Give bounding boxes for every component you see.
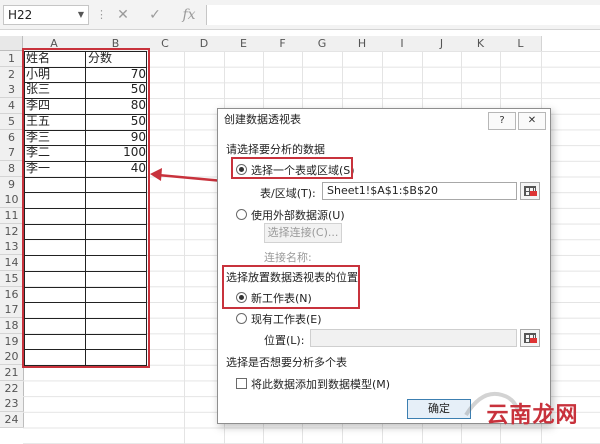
row-header-6[interactable]: 6 bbox=[0, 129, 24, 146]
location-input[interactable] bbox=[310, 329, 517, 347]
row-header-23[interactable]: 23 bbox=[0, 396, 24, 413]
radio-external-source[interactable] bbox=[236, 209, 247, 220]
column-header-d[interactable]: D bbox=[184, 36, 225, 52]
close-icon[interactable]: ✕ bbox=[518, 112, 546, 130]
row-header-7[interactable]: 7 bbox=[0, 145, 24, 162]
column-header-i[interactable]: I bbox=[382, 36, 423, 52]
column-header-g[interactable]: G bbox=[302, 36, 343, 52]
column-header-l[interactable]: L bbox=[500, 36, 542, 52]
cancel-icon[interactable]: ✕ bbox=[110, 3, 136, 27]
radio-existing-sheet[interactable] bbox=[236, 313, 247, 324]
create-pivottable-dialog: 创建数据透视表 ? ✕ 请选择要分析的数据 选择一个表或区域(S) 表/区域(T… bbox=[217, 108, 551, 424]
row-header-2[interactable]: 2 bbox=[0, 66, 24, 83]
help-icon[interactable]: ? bbox=[488, 112, 516, 130]
row-header-8[interactable]: 8 bbox=[0, 160, 24, 177]
gridline bbox=[184, 51, 185, 444]
row-header-21[interactable]: 21 bbox=[0, 365, 24, 381]
table-range-label: 表/区域(T): bbox=[260, 187, 316, 200]
row-header-1[interactable]: 1 bbox=[0, 51, 24, 67]
row-header-5[interactable]: 5 bbox=[0, 113, 24, 130]
more-options-icon[interactable]: ⋮ bbox=[96, 5, 107, 25]
radio-new-sheet[interactable] bbox=[236, 292, 247, 303]
choose-connection-button[interactable]: 选择连接(C)... bbox=[264, 223, 342, 243]
row-header-12[interactable]: 12 bbox=[0, 223, 24, 240]
table-range-input[interactable]: Sheet1!$A$1:$B$20 bbox=[322, 182, 517, 200]
row-header-20[interactable]: 20 bbox=[0, 349, 24, 366]
column-header-e[interactable]: E bbox=[224, 36, 264, 52]
section-source-heading: 请选择要分析的数据 bbox=[226, 143, 325, 156]
column-header-h[interactable]: H bbox=[342, 36, 383, 52]
row-header-18[interactable]: 18 bbox=[0, 317, 24, 334]
row-header-16[interactable]: 16 bbox=[0, 286, 24, 303]
highlight-select-range bbox=[231, 157, 353, 179]
row-header-11[interactable]: 11 bbox=[0, 208, 24, 224]
row-header-9[interactable]: 9 bbox=[0, 176, 24, 193]
add-to-model-label[interactable]: 将此数据添加到数据模型(M) bbox=[251, 376, 390, 392]
column-header-c[interactable]: C bbox=[146, 36, 185, 52]
formula-actions: ✕ ✓ fx bbox=[110, 3, 208, 27]
option-external-label[interactable]: 使用外部数据源(U) bbox=[251, 207, 345, 223]
watermark-text: 云南龙网 bbox=[486, 403, 579, 428]
formula-input[interactable] bbox=[206, 5, 600, 25]
option-new-sheet-label[interactable]: 新工作表(N) bbox=[251, 290, 312, 306]
formula-bar: H22 ▼ ⋮ ✕ ✓ fx bbox=[0, 0, 600, 30]
row-header-22[interactable]: 22 bbox=[0, 380, 24, 397]
chevron-down-icon[interactable]: ▼ bbox=[74, 5, 88, 25]
row-header-13[interactable]: 13 bbox=[0, 239, 24, 256]
table-highlight bbox=[22, 48, 150, 368]
row-header-10[interactable]: 10 bbox=[0, 192, 24, 209]
select-all-corner[interactable] bbox=[0, 36, 23, 51]
column-header-k[interactable]: K bbox=[461, 36, 501, 52]
row-header-14[interactable]: 14 bbox=[0, 255, 24, 272]
location-label: 位置(L): bbox=[264, 334, 305, 347]
row-header-24[interactable]: 24 bbox=[0, 412, 24, 429]
row-header-17[interactable]: 17 bbox=[0, 302, 24, 319]
location-picker-icon[interactable] bbox=[520, 329, 540, 347]
option-existing-sheet-label[interactable]: 现有工作表(E) bbox=[251, 311, 322, 327]
row-header-3[interactable]: 3 bbox=[0, 82, 24, 99]
section-model-heading: 选择是否想要分析多个表 bbox=[226, 356, 347, 369]
column-header-j[interactable]: J bbox=[422, 36, 462, 52]
row-header-19[interactable]: 19 bbox=[0, 333, 24, 350]
row-header-4[interactable]: 4 bbox=[0, 98, 24, 115]
insert-function-icon[interactable]: fx bbox=[176, 3, 202, 27]
enter-check-icon[interactable]: ✓ bbox=[142, 3, 168, 27]
column-header-f[interactable]: F bbox=[263, 36, 303, 52]
range-picker-icon[interactable] bbox=[520, 182, 540, 200]
add-to-model-checkbox[interactable] bbox=[236, 378, 247, 389]
connection-name-label: 连接名称: bbox=[264, 251, 312, 264]
row-header-15[interactable]: 15 bbox=[0, 270, 24, 287]
